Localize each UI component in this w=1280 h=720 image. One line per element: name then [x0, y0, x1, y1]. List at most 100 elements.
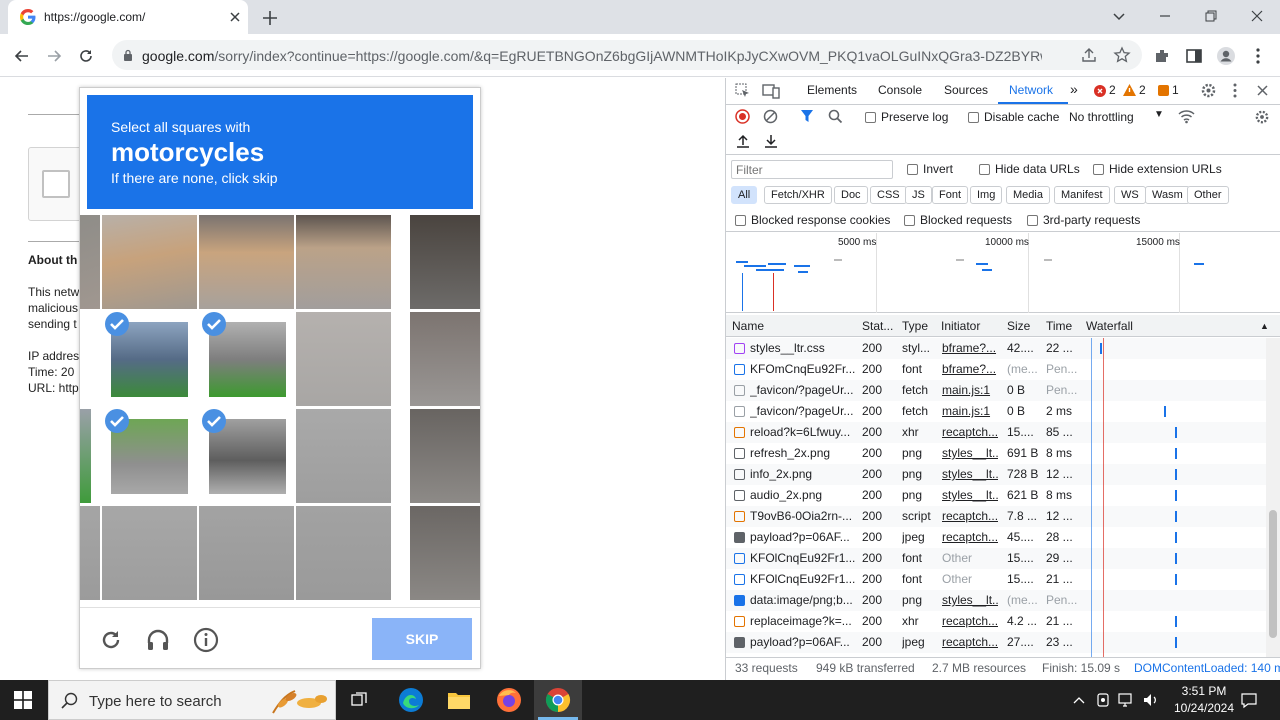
table-row[interactable]: payload?p=06AF... 200 jpeg recaptch... 45...… — [726, 527, 1266, 548]
invert-option[interactable]: Invert — [907, 162, 953, 176]
tab-search-chevron-icon[interactable] — [1109, 6, 1129, 26]
third-party-requests-checkbox[interactable] — [1027, 215, 1038, 226]
type-filter-fetch-xhr[interactable]: Fetch/XHR — [764, 186, 832, 204]
device-toolbar-icon[interactable] — [762, 83, 780, 99]
image-tile[interactable] — [296, 312, 391, 406]
inspect-element-icon[interactable] — [735, 83, 751, 99]
sort-ascending-icon[interactable]: ▲ — [1260, 315, 1269, 337]
cell-initiator[interactable]: bframe?... — [942, 359, 998, 380]
type-filter-js[interactable]: JS — [905, 186, 932, 204]
third-party-requests-option[interactable]: 3rd-party requests — [1027, 213, 1140, 227]
share-icon[interactable] — [1080, 46, 1098, 64]
scrollbar-thumb[interactable] — [1269, 510, 1277, 638]
table-row[interactable]: info_2x.png 200 png styles__lt... 728 B 12 ..… — [726, 464, 1266, 485]
preserve-log-checkbox[interactable] — [865, 112, 876, 123]
type-filter-doc[interactable]: Doc — [834, 186, 868, 204]
extensions-icon[interactable] — [1152, 46, 1172, 66]
table-row[interactable]: audio_2x.png 200 png styles__lt... 621 B 8 ms — [726, 485, 1266, 506]
import-har-icon[interactable] — [736, 134, 750, 148]
hide-data-urls-checkbox[interactable] — [979, 164, 990, 175]
image-tile[interactable] — [296, 409, 391, 503]
new-tab-icon[interactable] — [260, 8, 280, 28]
headphones-icon[interactable] — [145, 627, 171, 653]
table-row[interactable]: data:image/png;b... 200 png styles__lt... (m… — [726, 590, 1266, 611]
disable-cache-checkbox[interactable] — [968, 112, 979, 123]
notification-center-icon[interactable] — [1240, 691, 1258, 709]
more-tabs-icon[interactable]: » — [1070, 81, 1078, 97]
back-icon[interactable] — [12, 46, 32, 66]
table-row[interactable]: reload?k=6Lfwuy... 200 xhr recaptch... 15...… — [726, 422, 1266, 443]
table-row[interactable]: KFOlCnqEu92Fr1... 200 font Other 15.... 21 ..… — [726, 569, 1266, 590]
clock-date[interactable]: 10/24/2024 — [1166, 701, 1242, 715]
throttling-select[interactable]: No throttling — [1069, 110, 1134, 124]
image-tile[interactable] — [410, 215, 480, 309]
blocked-response-cookies-checkbox[interactable] — [735, 215, 746, 226]
tab-sources[interactable]: Sources — [944, 83, 988, 97]
blocked-requests-checkbox[interactable] — [904, 215, 915, 226]
devtools-menu-icon[interactable] — [1231, 82, 1239, 99]
edge-browser-icon[interactable] — [398, 687, 424, 713]
tab-elements[interactable]: Elements — [807, 83, 857, 97]
disable-cache-option[interactable]: Disable cache — [968, 110, 1059, 124]
file-explorer-icon[interactable] — [447, 688, 471, 712]
volume-icon[interactable] — [1142, 691, 1160, 709]
warning-icon[interactable] — [1123, 84, 1136, 96]
cell-initiator[interactable]: styles__lt... — [942, 485, 998, 506]
column-type[interactable]: Type — [902, 315, 928, 337]
image-tile[interactable] — [199, 215, 294, 309]
table-row[interactable]: _favicon/?pageUr... 200 fetch main.js:1 0 B P… — [726, 380, 1266, 401]
cell-initiator[interactable]: recaptch... — [942, 632, 998, 653]
bookmark-star-icon[interactable] — [1113, 46, 1131, 64]
hide-extension-urls-checkbox[interactable] — [1093, 164, 1104, 175]
image-tile[interactable] — [80, 312, 100, 406]
issues-icon[interactable] — [1158, 85, 1169, 96]
hide-extension-urls-option[interactable]: Hide extension URLs — [1093, 162, 1222, 176]
export-har-icon[interactable] — [764, 134, 778, 148]
browser-menu-icon[interactable] — [1248, 46, 1268, 66]
tab-network[interactable]: Network — [1009, 83, 1053, 97]
column-initiator[interactable]: Initiator — [941, 315, 980, 337]
cell-initiator[interactable]: styles__lt... — [942, 443, 998, 464]
image-tile[interactable] — [410, 312, 480, 406]
meet-now-icon[interactable] — [1095, 691, 1111, 709]
browser-tab[interactable]: https://google.com/ — [8, 0, 248, 34]
column-waterfall[interactable]: Waterfall — [1086, 315, 1133, 337]
column-name[interactable]: Name — [732, 315, 764, 337]
image-tile[interactable] — [296, 215, 391, 309]
address-bar[interactable]: google.com/sorry/index?continue=https://… — [112, 40, 1142, 70]
show-hidden-icons-chevron-icon[interactable] — [1072, 693, 1086, 707]
type-filter-wasm[interactable]: Wasm — [1145, 186, 1190, 204]
filter-icon[interactable] — [800, 109, 814, 123]
column-time[interactable]: Time — [1046, 315, 1072, 337]
windows-start-icon[interactable] — [14, 691, 32, 709]
column-size[interactable]: Size — [1007, 315, 1030, 337]
table-row[interactable]: KFOmCnqEu92Fr... 200 font bframe?... (me... P… — [726, 359, 1266, 380]
clock-time[interactable]: 3:51 PM — [1172, 684, 1236, 698]
settings-gear-icon[interactable] — [1200, 82, 1217, 99]
cell-initiator[interactable]: recaptch... — [942, 611, 998, 632]
cell-initiator[interactable]: bframe?... — [942, 338, 998, 359]
cell-initiator[interactable]: recaptch... — [942, 527, 998, 548]
image-tile[interactable] — [80, 409, 91, 503]
table-row[interactable]: replaceimage?k=... 200 xhr recaptch... 4.2 .… — [726, 611, 1266, 632]
image-tile[interactable] — [102, 506, 197, 600]
cell-initiator[interactable]: Other — [942, 569, 998, 590]
table-scrollbar[interactable] — [1266, 338, 1280, 657]
blocked-response-cookies-option[interactable]: Blocked response cookies — [735, 213, 890, 227]
taskbar-search-box[interactable]: Type here to search — [48, 680, 336, 720]
type-filter-media[interactable]: Media — [1006, 186, 1050, 204]
close-devtools-icon[interactable] — [1256, 84, 1269, 97]
cell-initiator[interactable]: main.js:1 — [942, 401, 998, 422]
recaptcha-checkbox[interactable] — [42, 170, 70, 198]
type-filter-other[interactable]: Other — [1187, 186, 1229, 204]
restore-icon[interactable] — [1201, 6, 1221, 26]
close-window-icon[interactable] — [1247, 6, 1267, 26]
profile-avatar-icon[interactable] — [1216, 46, 1236, 66]
skip-button[interactable]: SKIP — [372, 618, 472, 660]
search-icon[interactable] — [828, 109, 843, 124]
stop-recording-icon[interactable] — [735, 109, 750, 124]
type-filter-css[interactable]: CSS — [870, 186, 907, 204]
table-row[interactable]: _favicon/?pageUr... 200 fetch main.js:1 0 B 2… — [726, 401, 1266, 422]
firefox-icon[interactable] — [496, 687, 522, 713]
image-tile[interactable] — [102, 215, 197, 309]
